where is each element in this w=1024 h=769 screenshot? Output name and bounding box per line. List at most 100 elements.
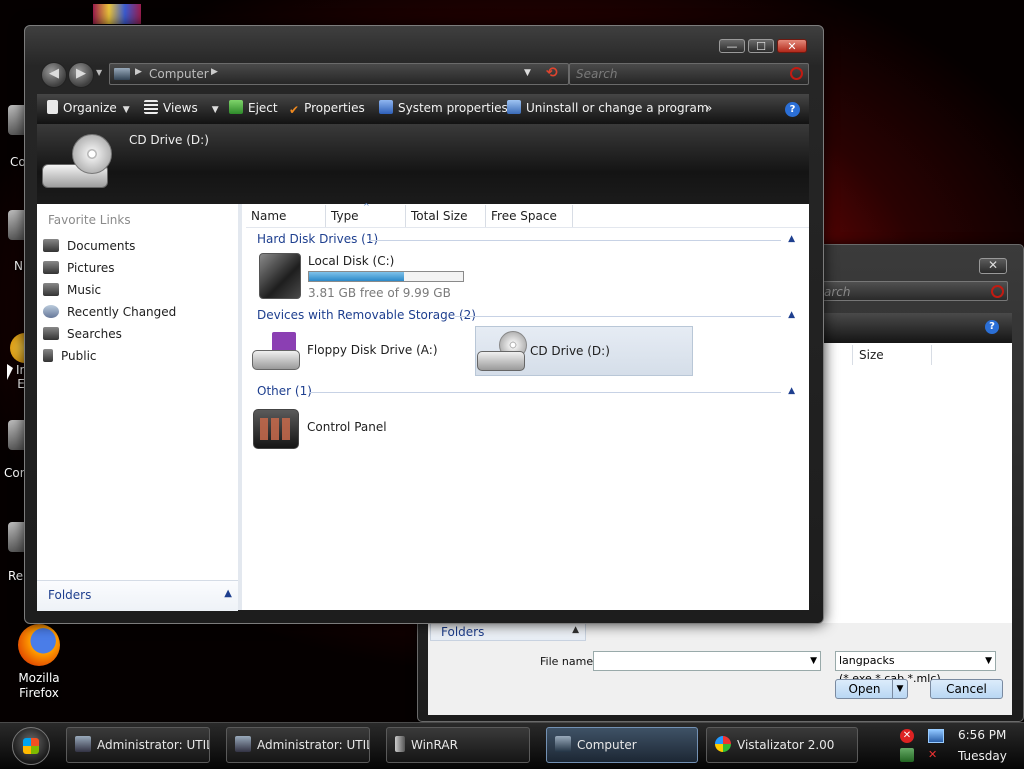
floppy-drive-item[interactable]: Floppy Disk Drive (A:): [252, 326, 464, 376]
nav-link-public[interactable]: Public: [43, 345, 97, 367]
back-button[interactable]: ◀: [41, 62, 67, 88]
folders-toggle[interactable]: Folders ▲: [37, 580, 238, 611]
maximize-button[interactable]: ☐: [748, 39, 774, 53]
taskbar-item-vistalizator[interactable]: Vistalizator 2.00: [706, 727, 858, 763]
eject-label: Eject: [248, 101, 278, 115]
dialog-folders-toggle[interactable]: Folders ▲: [430, 623, 586, 641]
properties-label: Properties: [304, 101, 365, 115]
safely-remove-icon[interactable]: [900, 748, 914, 762]
taskbar-item-computer[interactable]: Computer: [546, 727, 698, 763]
cd-drive-item[interactable]: CD Drive (D:): [475, 326, 693, 376]
dialog-column-size[interactable]: Size: [852, 345, 932, 365]
uninstall-label: Uninstall or change a program: [526, 101, 709, 115]
taskbar-item-admin-1[interactable]: Administrator: UTIL...: [66, 727, 210, 763]
properties-button[interactable]: ✔ Properties: [289, 94, 365, 124]
breadcrumb-separator-icon[interactable]: ▶: [135, 67, 142, 77]
dialog-close-button[interactable]: ✕: [979, 258, 1007, 274]
system-properties-label: System properties: [398, 101, 508, 115]
dialog-help-icon[interactable]: ?: [985, 320, 999, 334]
firefox-icon[interactable]: [18, 624, 60, 666]
group-header-other[interactable]: Other (1) ▲: [257, 383, 797, 399]
nav-link-pictures[interactable]: Pictures: [43, 257, 115, 279]
task-label: Vistalizator 2.00: [737, 738, 835, 752]
start-button[interactable]: [12, 727, 50, 765]
dialog-bottom-panel: Folders ▲ File name: ▼ langpacks (*.exe,…: [428, 623, 1012, 715]
file-name-input[interactable]: ▼: [593, 651, 821, 671]
close-button[interactable]: ✕: [777, 39, 807, 53]
chevron-up-icon: ▲: [788, 386, 795, 396]
open-button[interactable]: Open ▼: [835, 679, 908, 699]
open-split-arrow-icon[interactable]: ▼: [892, 680, 907, 698]
file-type-select[interactable]: langpacks (*.exe,*.cab,*.mlc) ▼: [835, 651, 996, 685]
cd-drive-icon: [477, 331, 527, 373]
eject-button[interactable]: Eject: [229, 94, 278, 124]
security-alert-icon[interactable]: ✕: [900, 729, 914, 743]
system-properties-button[interactable]: System properties: [379, 94, 508, 124]
favorite-links-title: Favorite Links: [48, 213, 131, 227]
taskbar-item-admin-2[interactable]: Administrator: UTIL...: [226, 727, 370, 763]
nav-link-searches[interactable]: Searches: [43, 323, 122, 345]
nav-label: Music: [67, 283, 102, 297]
chevron-up-icon: ▲: [788, 310, 795, 320]
control-panel-name: Control Panel: [307, 420, 387, 434]
taskbar-item-winrar[interactable]: WinRAR: [386, 727, 530, 763]
cancel-button[interactable]: Cancel: [930, 679, 1003, 699]
volume-muted-icon[interactable]: ✕: [928, 748, 944, 762]
dialog-search-icon[interactable]: [991, 285, 1004, 298]
group-header-hard-disk-drives[interactable]: Hard Disk Drives (1) ▲: [257, 231, 797, 247]
chevron-down-icon: ▼: [211, 105, 219, 115]
refresh-icon[interactable]: ⟲: [546, 65, 558, 81]
column-name[interactable]: Name: [246, 205, 326, 227]
task-label: Computer: [577, 738, 637, 752]
breadcrumb-separator-icon[interactable]: ▶: [211, 67, 218, 77]
column-total-size[interactable]: Total Size: [406, 205, 486, 227]
minimize-button[interactable]: —: [719, 39, 745, 53]
public-icon: [43, 349, 53, 362]
clock-time[interactable]: 6:56 PM: [958, 728, 1006, 742]
local-disk-item[interactable]: Local Disk (C:) 3.81 GB free of 9.99 GB: [256, 251, 476, 301]
floppy-drive-name: Floppy Disk Drive (A:): [307, 343, 438, 357]
pictures-icon: [43, 261, 59, 274]
nav-link-recently-changed[interactable]: Recently Changed: [43, 301, 176, 323]
network-icon[interactable]: [928, 729, 944, 743]
winrar-desktop-icon[interactable]: [93, 4, 141, 24]
local-disk-free-space: 3.81 GB free of 9.99 GB: [308, 286, 451, 300]
views-button[interactable]: Views ▼: [144, 94, 219, 124]
address-bar[interactable]: ▶ Computer ▶ ▼ ⟲: [109, 63, 569, 85]
desktop-label-network: N: [14, 259, 23, 273]
forward-button[interactable]: ▶: [68, 62, 94, 88]
dialog-search-input[interactable]: arch: [818, 281, 1008, 301]
organize-button[interactable]: Organize ▼: [47, 94, 130, 124]
control-panel-item[interactable]: Control Panel: [252, 407, 452, 449]
open-button-label: Open: [848, 682, 881, 696]
music-icon: [43, 283, 59, 296]
folders-label: Folders: [48, 588, 92, 602]
address-dropdown-icon[interactable]: ▼: [524, 68, 531, 78]
column-free-space[interactable]: Free Space: [486, 205, 573, 227]
column-header-divider: [246, 227, 809, 228]
breadcrumb-computer[interactable]: Computer: [149, 67, 209, 81]
search-input[interactable]: Search: [569, 63, 809, 85]
nav-label: Searches: [67, 327, 122, 341]
help-icon[interactable]: ?: [785, 102, 800, 117]
recent-pages-arrow-icon[interactable]: ▼: [96, 68, 102, 77]
eject-icon: [229, 100, 243, 114]
more-commands-button[interactable]: »: [705, 94, 712, 124]
dialog-folders-label: Folders: [441, 625, 485, 639]
header-title: CD Drive (D:): [129, 133, 209, 147]
drive-body: [252, 350, 300, 370]
chevron-down-icon: ▼: [122, 105, 130, 115]
computer-address-icon: [114, 68, 130, 80]
cd-drive-name: CD Drive (D:): [530, 344, 610, 358]
group-divider: [455, 316, 781, 317]
clock-day[interactable]: Tuesday: [958, 749, 1007, 763]
group-divider: [309, 392, 781, 393]
chevron-up-icon: ▲: [224, 588, 232, 599]
computer-window: — ☐ ✕ ◀ ▶ ▼ ▶ Computer ▶ ▼ ⟲ Search Orga…: [24, 25, 824, 624]
nav-link-documents[interactable]: Documents: [43, 235, 135, 257]
uninstall-program-button[interactable]: Uninstall or change a program: [507, 94, 709, 124]
search-icon[interactable]: [790, 67, 803, 80]
cd-drive-large-icon: [42, 134, 114, 194]
nav-link-music[interactable]: Music: [43, 279, 101, 301]
group-header-removable-storage[interactable]: Devices with Removable Storage (2) ▲: [257, 307, 797, 323]
